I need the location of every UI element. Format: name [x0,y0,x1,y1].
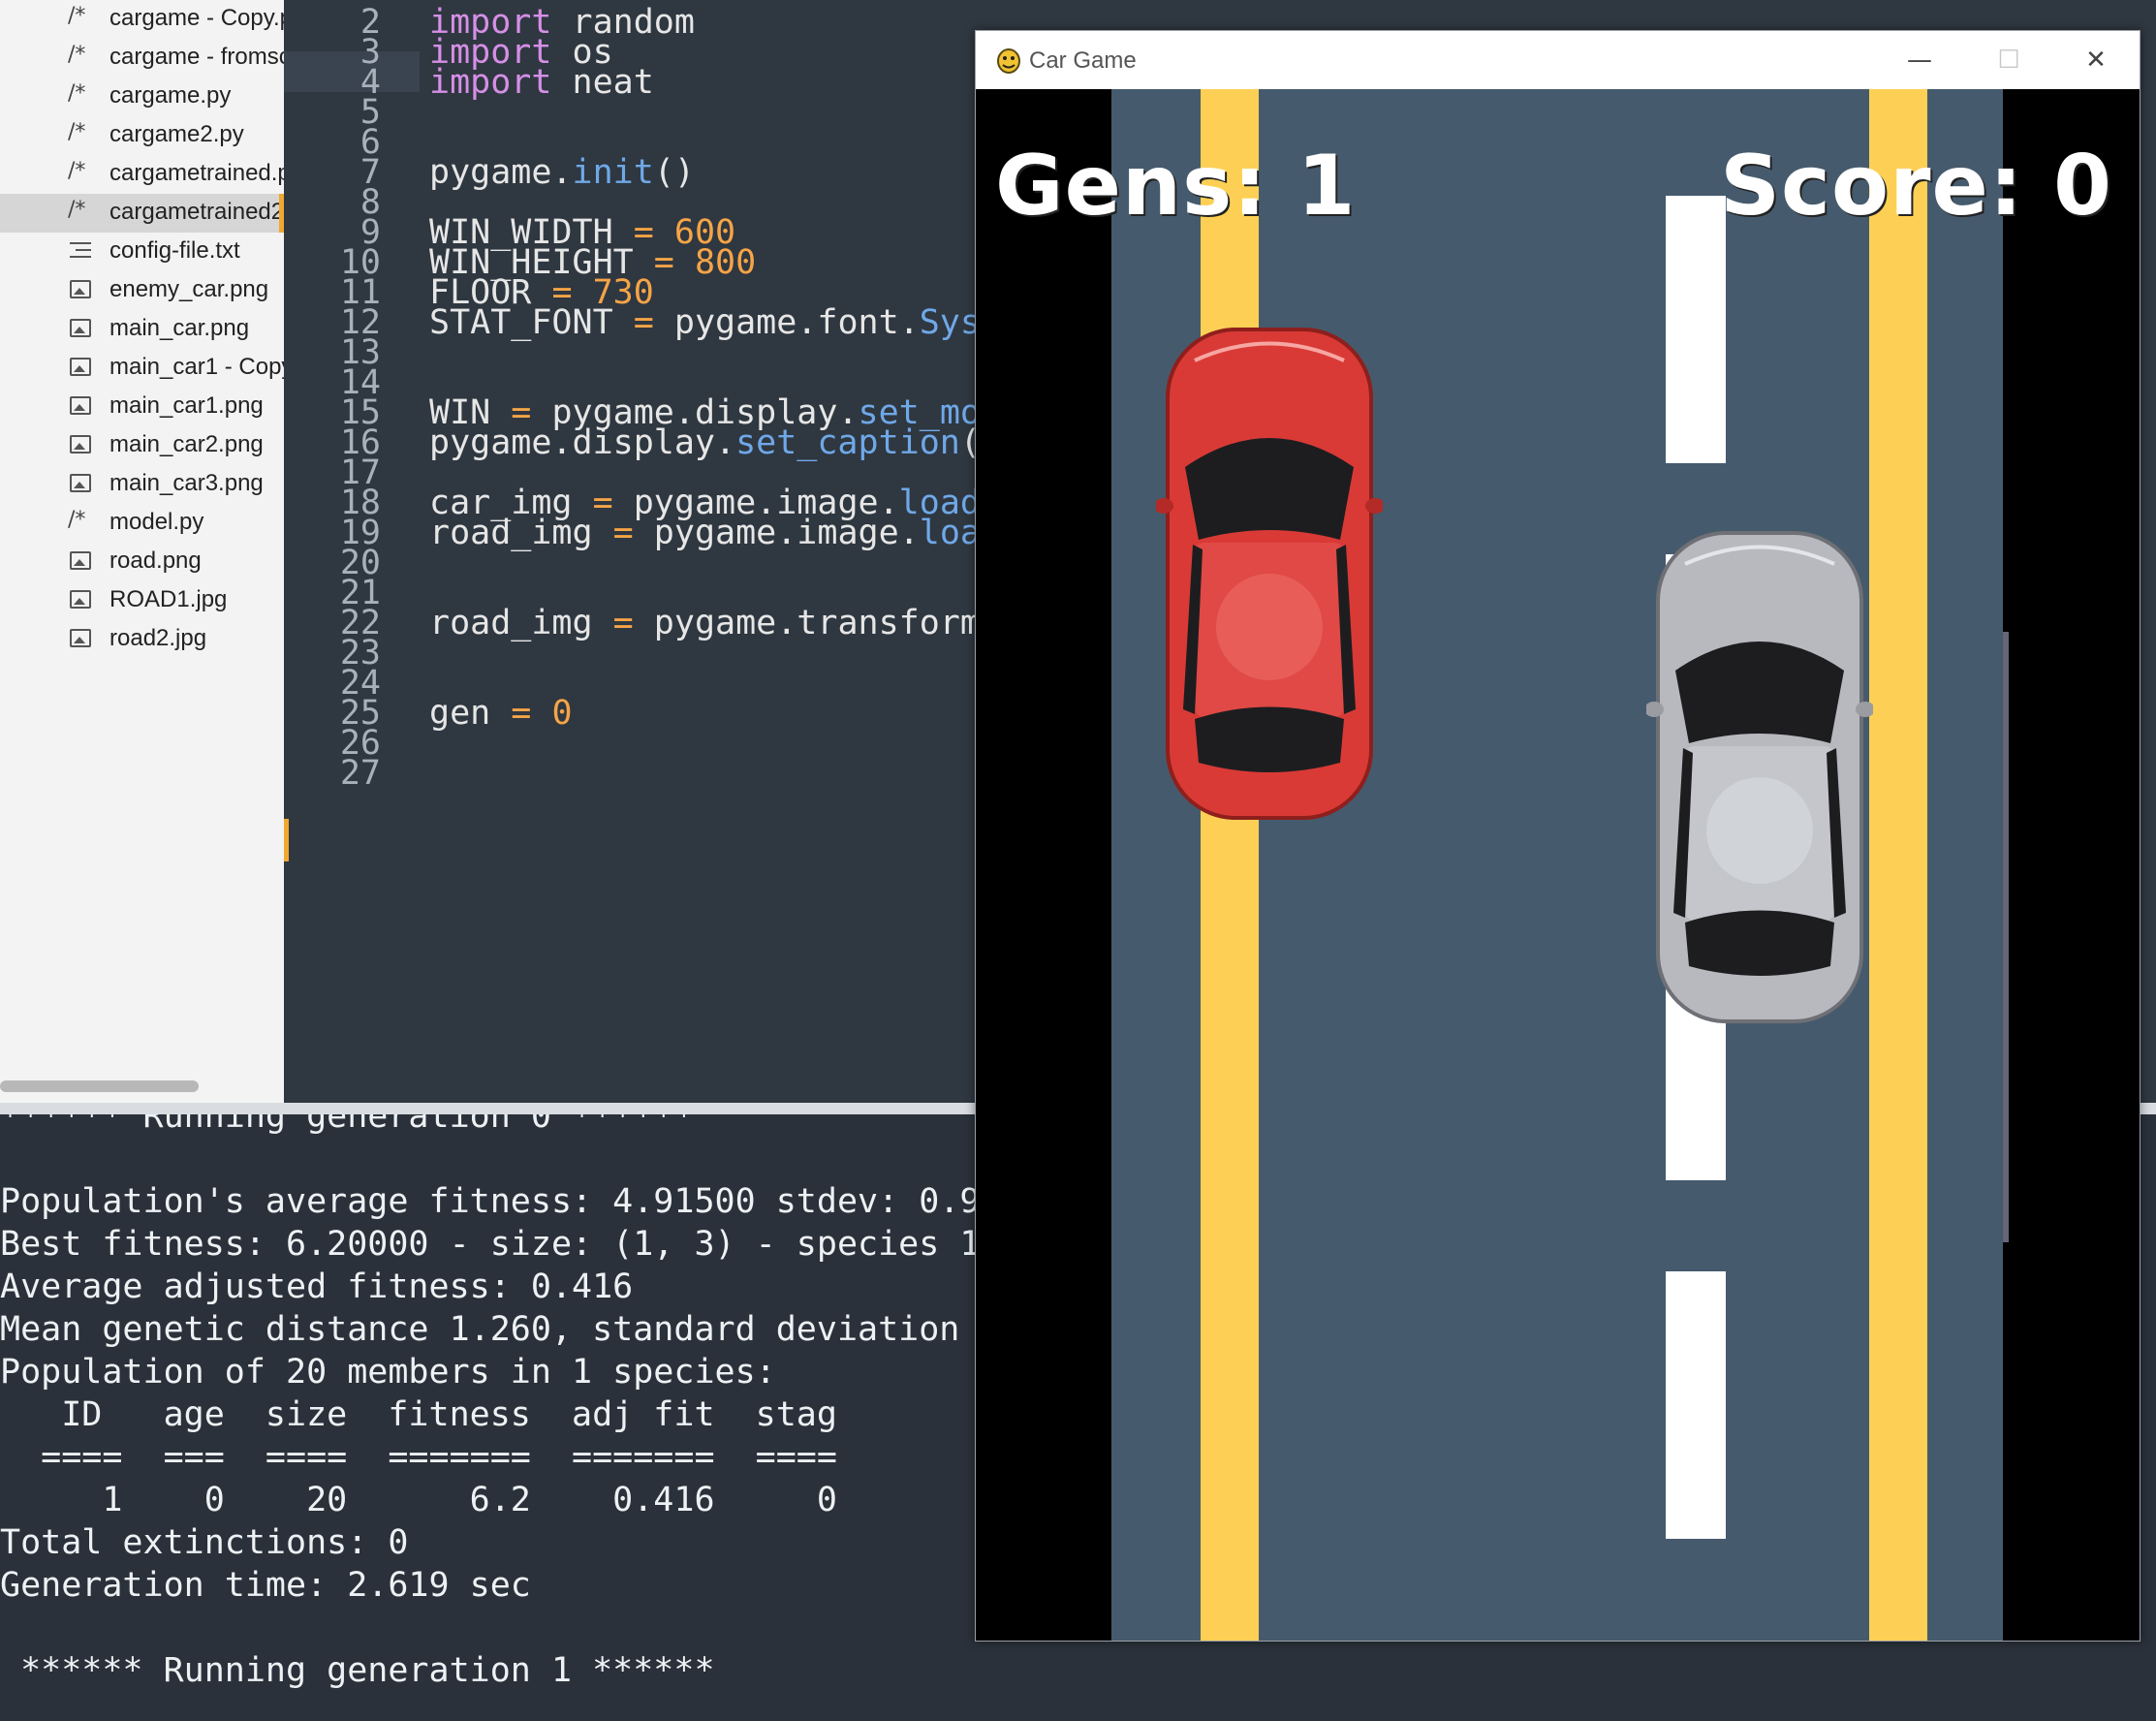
lane-dash [1666,196,1726,463]
file-item[interactable]: /* cargametrained.p [0,155,284,194]
file-name: road.png [109,548,202,574]
terminal-line: ID age size fitness adj fit stag [0,1395,837,1434]
pygame-snake-icon [997,48,1020,74]
code-text: road_img = pygame.image.loa [429,514,981,552]
image-file-icon [70,358,91,376]
python-file-icon: /* [68,198,86,222]
text-file-icon [70,242,91,258]
image-file-icon [70,435,91,454]
image-file-icon [70,280,91,298]
image-file-icon [70,551,91,570]
code-text: STAT_FONT = pygame.font.Sys [429,303,981,342]
right-yellow-line [1869,89,1927,1641]
terminal-line: Average adjusted fitness: 0.416 [0,1267,634,1306]
enemy-car [1646,531,1873,1023]
line-number: 27 [339,754,381,793]
file-item[interactable]: road2.jpg [0,620,284,659]
file-name: config-file.txt [109,237,240,264]
python-file-icon: /* [68,4,86,28]
file-item[interactable]: /* cargame.py [0,78,284,116]
file-item[interactable]: /* model.py [0,504,284,543]
python-file-icon: /* [68,508,86,532]
file-item[interactable]: main_car2.png [0,426,284,465]
file-item[interactable]: /* cargametrained2 [0,194,284,233]
python-file-icon: /* [68,120,86,144]
file-name: cargame - Copy.p [109,5,284,31]
terminal-line: Best fitness: 6.20000 - size: (1, 3) - s… [0,1225,981,1264]
image-file-icon [70,319,91,337]
file-name: main_car1.png [109,392,264,419]
file-name: cargametrained.p [109,160,284,186]
terminal-line: Mean genetic distance 1.260, standard de… [0,1310,981,1349]
window-title: Car Game [1029,47,1137,74]
code-text: import neat [429,63,654,102]
lane-dash [1666,1271,1726,1539]
terminal-line: ****** Running generation 1 ****** [0,1651,715,1690]
file-item[interactable]: /* cargame - fromsc [0,39,284,78]
terminal-line: Total extinctions: 0 [0,1523,409,1562]
file-item[interactable]: config-file.txt [0,233,284,271]
score-counter: Score: 0 [1720,138,2112,235]
file-name: enemy_car.png [109,276,269,302]
image-file-icon [70,474,91,492]
generation-counter: Gens: 1 [995,138,1357,235]
image-file-icon [70,629,91,647]
minimize-button[interactable]: — [1875,31,1964,89]
file-name: model.py [109,509,204,535]
terminal-line: Generation time: 2.619 sec [0,1566,531,1605]
python-file-icon: /* [68,159,86,183]
file-name: cargame.py [109,82,232,109]
file-name: main_car2.png [109,431,264,457]
maximize-button[interactable]: ☐ [1964,31,2053,89]
file-item[interactable]: main_car3.png [0,465,284,504]
python-file-icon: /* [68,43,86,67]
file-name: cargame2.py [109,121,244,147]
code-text: road_img = pygame.transform [429,604,981,642]
terminal-line: Population of 20 members in 1 species: [0,1353,776,1392]
file-item[interactable]: main_car1.png [0,388,284,426]
code-text: pygame.display.set_caption( [429,423,981,462]
close-button[interactable]: ✕ [2051,31,2140,89]
terminal-line: ****** Running generation 0 ****** [0,1114,695,1136]
terminal-line: Population's average fitness: 4.91500 st… [0,1182,981,1221]
file-item[interactable]: ROAD1.jpg [0,581,284,620]
file-item[interactable]: enemy_car.png [0,271,284,310]
file-name: cargametrained2 [109,199,284,225]
road-edge-line [2003,632,2009,1242]
file-item[interactable]: /* cargame2.py [0,116,284,155]
file-item[interactable]: main_car1 - Copy [0,349,284,388]
file-explorer: /* cargame - Copy.p /* cargame - fromsc /* ca… [0,0,284,1105]
image-file-icon [70,396,91,415]
image-file-icon [70,590,91,609]
terminal-line: 1 0 20 6.2 0.416 0 [0,1481,837,1519]
file-item[interactable]: main_car.png [0,310,284,349]
code-text: gen = 0 [429,694,573,733]
horizontal-scrollbar[interactable] [0,1080,199,1092]
file-name: main_car1 - Copy [109,354,284,380]
player-car [1156,328,1383,820]
file-name: road2.jpg [109,625,207,651]
file-item[interactable]: /* cargame - Copy.p [0,0,284,39]
code-text: pygame.init() [429,153,695,192]
file-item[interactable]: road.png [0,543,284,581]
terminal-line: ==== === ==== ======= ======= ==== [0,1438,837,1477]
modified-line-marker [284,819,289,861]
window-titlebar[interactable]: Car Game — ☐ ✕ [976,31,2140,89]
file-name: main_car3.png [109,470,264,496]
game-canvas[interactable]: Gens: 1 Score: 0 [976,89,2140,1641]
file-name: cargame - fromsc [109,44,284,70]
python-file-icon: /* [68,81,86,106]
car-game-window[interactable]: Car Game — ☐ ✕ Gens: 1 Score: 0 [975,30,2140,1642]
file-name: main_car.png [109,315,250,341]
file-name: ROAD1.jpg [109,586,228,612]
